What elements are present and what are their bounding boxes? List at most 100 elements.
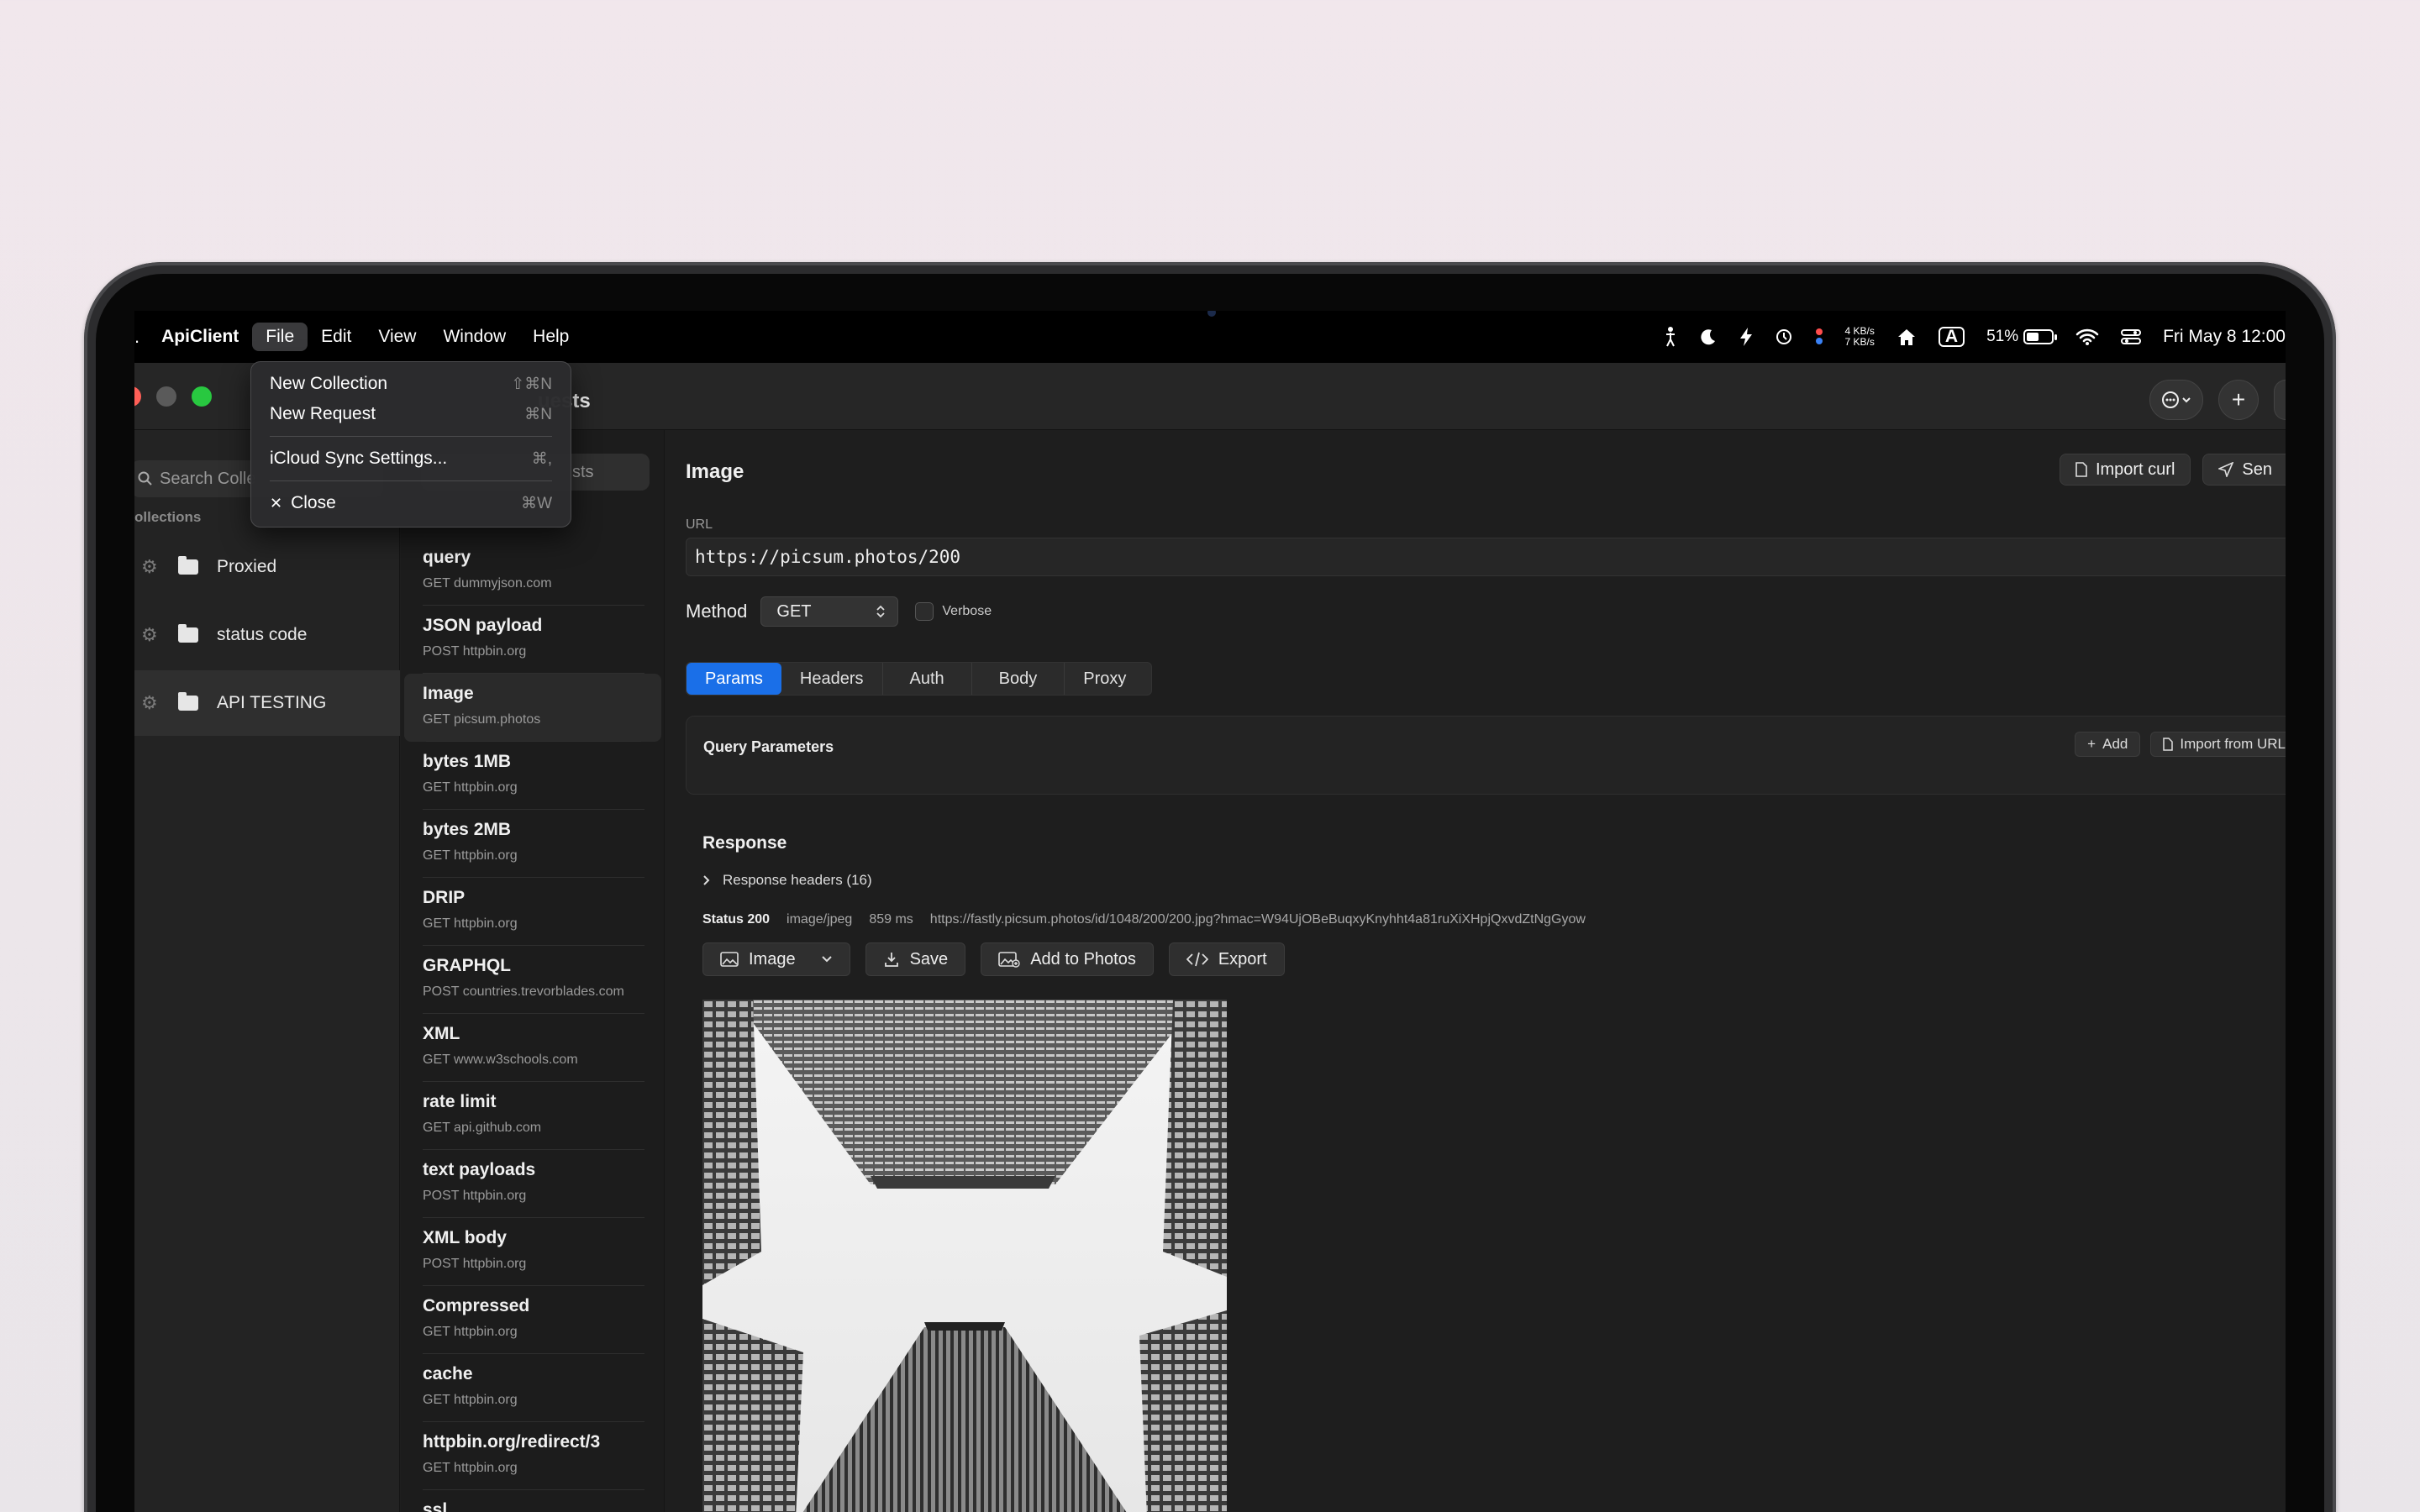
add-to-photos-button[interactable]: Add to Photos <box>981 942 1154 976</box>
time-machine-icon[interactable] <box>1775 328 1793 346</box>
search-collections-placeholder: Search Colle <box>160 469 256 488</box>
url-input[interactable]: https://picsum.photos/200 <box>686 538 2286 576</box>
apple-menu-icon[interactable]: . <box>134 323 148 351</box>
request-item[interactable]: cache GET httpbin.org <box>401 1354 664 1422</box>
send-button[interactable]: Sen <box>2202 454 2286 486</box>
request-item[interactable]: GRAPHQL POST countries.trevorblades.com <box>401 946 664 1014</box>
menu-file[interactable]: File <box>252 323 308 351</box>
tab-auth[interactable]: Auth <box>883 663 972 695</box>
collection-status-code[interactable]: ⚙ status code <box>134 602 400 668</box>
menu-item-close[interactable]: ✕ Close ⌘W <box>260 488 562 518</box>
menu-item-label: New Collection <box>270 374 388 393</box>
control-center-icon[interactable] <box>2121 328 2142 346</box>
request-name: DRIP <box>423 888 466 907</box>
gear-icon[interactable]: ⚙ <box>141 692 160 714</box>
extra-button[interactable] <box>2274 380 2286 420</box>
import-curl-label: Import curl <box>2095 459 2175 479</box>
menu-item-new-collection[interactable]: New Collection ⇧⌘N <box>260 369 562 399</box>
menu-item-label: iCloud Sync Settings... <box>270 449 448 468</box>
final-url[interactable]: https://fastly.picsum.photos/id/1048/200… <box>930 912 1586 927</box>
gear-icon[interactable]: ⚙ <box>141 624 160 646</box>
add-param-label: Add <box>2102 736 2128 752</box>
wifi-icon[interactable] <box>2075 328 2099 346</box>
request-item[interactable]: query GET dummyjson.com <box>401 538 664 606</box>
photo-plus-icon <box>998 952 1020 968</box>
menu-help[interactable]: Help <box>519 323 582 351</box>
add-button[interactable]: + <box>2218 380 2259 420</box>
view-mode-select[interactable]: Image <box>702 942 850 976</box>
response-headers-toggle[interactable]: Response headers (16) <box>702 872 872 889</box>
menu-item-shortcut: ⌘, <box>531 449 552 468</box>
folder-icon <box>178 624 198 643</box>
menu-item-new-request[interactable]: New Request ⌘N <box>260 399 562 429</box>
document-icon <box>2075 462 2087 477</box>
request-name: Image <box>423 684 474 703</box>
battery-status[interactable]: 51% <box>1986 328 2058 346</box>
request-name: XML <box>423 1024 460 1043</box>
battery-level <box>2027 333 2039 341</box>
request-item[interactable]: rate limit GET api.github.com <box>401 1082 664 1150</box>
request-name: XML body <box>423 1228 507 1247</box>
request-item[interactable]: text payloads POST httpbin.org <box>401 1150 664 1218</box>
accessibility-icon[interactable] <box>1664 326 1677 348</box>
response-actions: Image Save Add to Photos Export <box>702 942 1285 976</box>
export-button[interactable]: Export <box>1168 942 1285 976</box>
bolt-icon[interactable] <box>1739 327 1753 347</box>
tab-params[interactable]: Params <box>687 663 781 695</box>
tab-body[interactable]: Body <box>972 663 1065 695</box>
zoom-window-button[interactable] <box>192 386 212 407</box>
request-item[interactable]: DRIP GET httpbin.org <box>401 878 664 946</box>
request-meta: GET httpbin.org <box>423 848 518 863</box>
clock-datetime[interactable]: Fri May 8 12:00 <box>2163 327 2286 347</box>
gear-icon[interactable]: ⚙ <box>141 556 160 578</box>
import-from-url-button[interactable]: Import from URL <box>2150 732 2286 757</box>
query-parameters-card: Query Parameters + Add Import from URL <box>686 716 2286 795</box>
menu-window[interactable]: Window <box>429 323 519 351</box>
request-item[interactable]: ssl <box>401 1490 664 1512</box>
network-speed[interactable]: 4 KB/s 7 KB/s <box>1845 326 1875 348</box>
collection-api-testing[interactable]: ⚙ API TESTING <box>134 670 400 736</box>
input-source-icon[interactable]: A <box>1938 327 1965 347</box>
screen: . ApiClient File Edit View Window Help 4… <box>134 311 2286 1512</box>
minimize-window-button[interactable] <box>156 386 176 407</box>
menu-item-label-wrap: ✕ Close <box>270 493 336 513</box>
document-icon <box>2163 738 2174 751</box>
response-image <box>702 1000 1227 1512</box>
request-item[interactable]: XML GET www.w3schools.com <box>401 1014 664 1082</box>
save-button[interactable]: Save <box>865 942 966 976</box>
menu-item-icloud-sync[interactable]: iCloud Sync Settings... ⌘, <box>260 444 562 474</box>
tab-headers[interactable]: Headers <box>781 663 883 695</box>
request-item[interactable]: bytes 2MB GET httpbin.org <box>401 810 664 878</box>
request-item[interactable]: JSON payload POST httpbin.org <box>401 606 664 674</box>
request-item[interactable]: bytes 1MB GET httpbin.org <box>401 742 664 810</box>
add-param-button[interactable]: + Add <box>2075 732 2141 757</box>
request-meta: POST httpbin.org <box>423 644 527 659</box>
verbose-checkbox[interactable] <box>915 602 934 621</box>
menu-item-shortcut: ⌘N <box>524 405 552 423</box>
request-meta: POST countries.trevorblades.com <box>423 984 624 999</box>
request-item[interactable]: Compressed GET httpbin.org <box>401 1286 664 1354</box>
folder-icon <box>178 692 198 711</box>
collection-name: API TESTING <box>217 693 327 712</box>
close-window-button[interactable] <box>134 386 141 407</box>
request-item[interactable]: XML body POST httpbin.org <box>401 1218 664 1286</box>
request-item[interactable]: Image GET picsum.photos <box>404 674 661 742</box>
menu-edit[interactable]: Edit <box>308 323 365 351</box>
request-item[interactable]: httpbin.org/redirect/3 GET httpbin.org <box>401 1422 664 1490</box>
menu-view[interactable]: View <box>365 323 429 351</box>
recording-dots-icon[interactable] <box>1815 327 1823 347</box>
tab-proxy[interactable]: Proxy <box>1065 663 1151 695</box>
import-curl-button[interactable]: Import curl <box>2059 454 2191 486</box>
method-select[interactable]: GET <box>760 596 899 627</box>
collection-proxied[interactable]: ⚙ Proxied <box>134 534 400 600</box>
method-value: GET <box>776 601 812 621</box>
app-menu[interactable]: ApiClient <box>148 323 252 351</box>
window-actions: + <box>2149 380 2286 420</box>
home-icon[interactable] <box>1897 328 1917 346</box>
request-title: Image <box>686 460 744 483</box>
request-name: bytes 2MB <box>423 820 512 839</box>
more-options-button[interactable] <box>2149 380 2203 420</box>
focus-moon-icon[interactable] <box>1699 328 1718 346</box>
menu-bar-left: . ApiClient File Edit View Window Help <box>134 311 582 363</box>
request-name: ssl <box>423 1500 448 1512</box>
